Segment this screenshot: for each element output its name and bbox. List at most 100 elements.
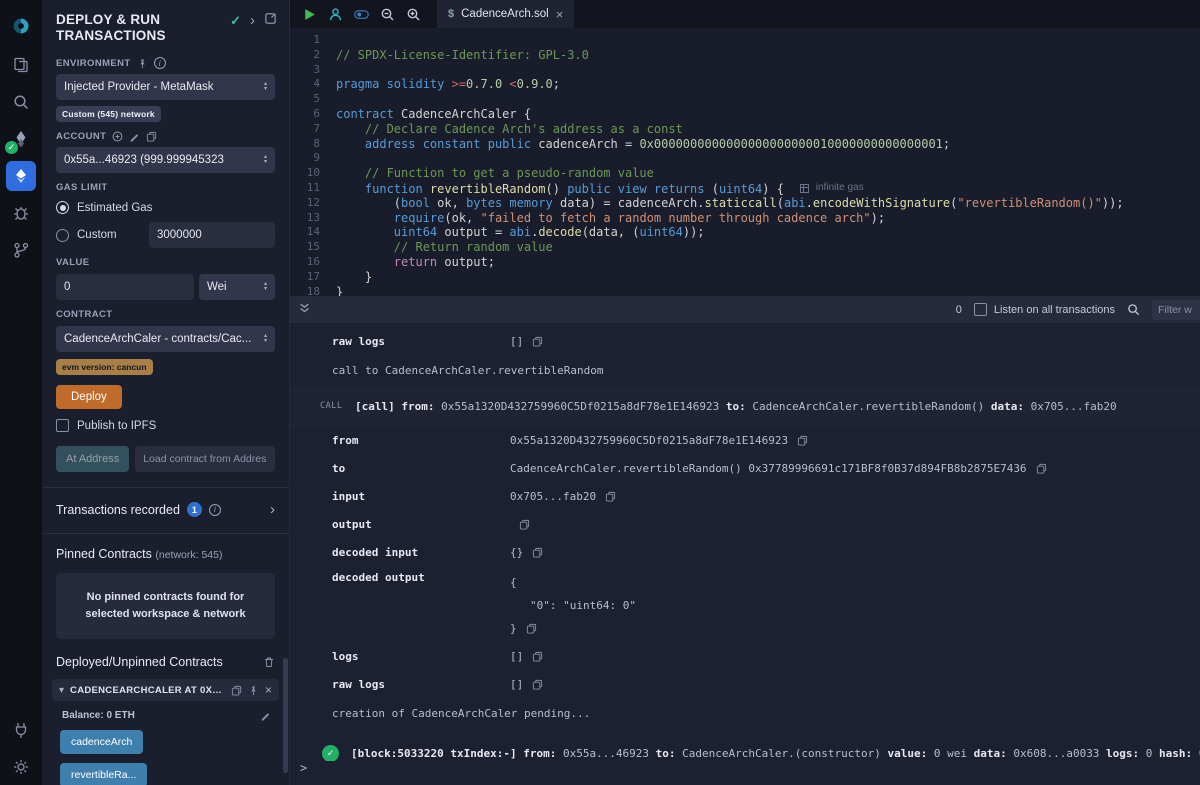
at-address-button[interactable]: At Address [56, 446, 129, 472]
code-line[interactable]: 2// SPDX-License-Identifier: GPL-3.0 [290, 48, 1200, 63]
deployed-contract-row[interactable]: ▾ CADENCEARCHCALER AT 0X377... × [52, 679, 279, 701]
cadence-arch-function-button[interactable]: cadenceArch [60, 730, 143, 754]
pin-environment-icon[interactable] [137, 58, 148, 69]
code-line[interactable]: 13 require(ok, "failed to fetch a random… [290, 211, 1200, 226]
clear-deployed-trash-icon[interactable] [263, 656, 275, 668]
publish-user-icon[interactable] [328, 7, 343, 22]
line-number: 8 [290, 137, 336, 152]
terminal-call-summary[interactable]: call[call] from: 0x55a1320D432759960C5Df… [290, 386, 1200, 426]
copy-icon[interactable] [532, 336, 543, 347]
solidity-compiler-icon[interactable]: ✓ [0, 120, 42, 157]
terminal-search-icon[interactable] [1127, 303, 1140, 316]
account-select[interactable]: 0x55a...46923 (999.999945323 ▴▾ [56, 147, 275, 173]
zoom-in-icon[interactable] [406, 7, 421, 22]
log-key: logs [332, 650, 510, 663]
panel-popout-icon[interactable] [264, 12, 277, 30]
code-line[interactable]: 6contract CadenceArchCaler { [290, 107, 1200, 122]
code-line[interactable]: 9 [290, 151, 1200, 166]
git-icon[interactable] [0, 231, 42, 268]
line-number: 10 [290, 166, 336, 181]
copy-icon[interactable] [532, 547, 543, 558]
line-number: 1 [290, 33, 336, 48]
listen-all-checkbox[interactable] [974, 303, 987, 316]
pin-contract-icon[interactable] [248, 685, 259, 696]
code-editor[interactable]: 12// SPDX-License-Identifier: GPL-3.034p… [290, 28, 1200, 296]
contract-select[interactable]: CadenceArchCaler - contracts/Cac... ▴▾ [56, 326, 275, 352]
tab-label: CadenceArch.sol [461, 8, 549, 20]
estimated-gas-option[interactable]: Estimated Gas [56, 201, 275, 214]
code-line[interactable]: 18} [290, 285, 1200, 296]
copy-icon[interactable] [526, 623, 537, 634]
gas-estimate-hint: infinite gas [800, 181, 864, 196]
copy-icon[interactable] [519, 519, 530, 530]
code-line[interactable]: 8 address constant public cadenceArch = … [290, 137, 1200, 152]
publish-ipfs-checkbox[interactable] [56, 419, 69, 432]
tab-cadencearch-sol[interactable]: $ CadenceArch.sol × [437, 0, 574, 28]
custom-gas-input[interactable] [149, 222, 275, 248]
code-line[interactable]: 17 } [290, 270, 1200, 285]
edit-balance-icon[interactable] [260, 710, 271, 721]
copy-icon[interactable] [532, 679, 543, 690]
panel-scrollbar[interactable] [283, 658, 288, 773]
code-line[interactable]: 11 function revertibleRandom() public vi… [290, 181, 1200, 196]
icon-sidebar: ✓ [0, 0, 42, 785]
transactions-recorded-row[interactable]: Transactions recorded 1 i › [42, 488, 289, 531]
copy-icon[interactable] [1036, 463, 1047, 474]
panel-collapse-icon[interactable]: › [250, 16, 255, 26]
code-line[interactable]: 10 // Function to get a pseudo-random va… [290, 166, 1200, 181]
stepper-icon: ▴▾ [264, 82, 267, 92]
environment-info-icon[interactable]: i [154, 57, 166, 69]
at-address-input[interactable] [135, 446, 275, 472]
terminal-prompt[interactable]: > [290, 761, 1200, 785]
debugger-icon[interactable] [0, 194, 42, 231]
close-tab-icon[interactable]: × [556, 7, 564, 22]
expand-terminal-icon[interactable] [299, 301, 310, 319]
code-line[interactable]: 5 [290, 92, 1200, 107]
line-number: 4 [290, 77, 336, 92]
copy-icon[interactable] [797, 435, 808, 446]
preview-toggle-icon[interactable] [354, 7, 369, 22]
log-value: 0x705...fab20 [510, 490, 596, 503]
code-line[interactable]: 7 // Declare Cadence Arch's address as a… [290, 122, 1200, 137]
chevron-down-icon[interactable]: ▾ [59, 685, 64, 696]
value-input[interactable] [56, 274, 194, 300]
log-value: [] [510, 678, 523, 691]
search-icon[interactable] [0, 83, 42, 120]
code-line[interactable]: 15 // Return random value [290, 240, 1200, 255]
deployed-contracts-title: Deployed/Unpinned Contracts [56, 655, 223, 669]
remove-contract-icon[interactable]: × [265, 683, 272, 697]
add-account-icon[interactable] [112, 131, 123, 142]
terminal-filter-input[interactable] [1152, 300, 1200, 320]
file-explorer-icon[interactable] [0, 46, 42, 83]
code-line[interactable]: 16 return output; [290, 255, 1200, 270]
code-line[interactable]: 1 [290, 33, 1200, 48]
deploy-button[interactable]: Deploy [56, 385, 122, 409]
log-key: raw logs [332, 335, 510, 348]
zoom-out-icon[interactable] [380, 7, 395, 22]
environment-select[interactable]: Injected Provider - MetaMask ▴▾ [56, 74, 275, 100]
estimated-gas-label: Estimated Gas [77, 202, 152, 214]
code-line[interactable]: 4pragma solidity >=0.7.0 <0.9.0; [290, 77, 1200, 92]
code-line[interactable]: 3 [290, 63, 1200, 78]
copy-account-icon[interactable] [146, 131, 157, 142]
copy-address-icon[interactable] [231, 685, 242, 696]
plugin-manager-icon[interactable] [0, 711, 42, 748]
deploy-run-icon[interactable] [0, 157, 42, 194]
sign-message-icon[interactable] [129, 131, 140, 142]
code-line[interactable]: 12 (bool ok, bytes memory data) = cadenc… [290, 196, 1200, 211]
terminal-kv-from: from0x55a1320D432759960C5Df0215a8dF78e1E… [290, 426, 1200, 454]
transactions-info-icon[interactable]: i [209, 504, 221, 516]
copy-icon[interactable] [532, 651, 543, 662]
copy-icon[interactable] [605, 491, 616, 502]
code-line[interactable]: 14 uint64 output = abi.decode(data, (uin… [290, 225, 1200, 240]
remix-logo[interactable] [0, 6, 42, 46]
chevron-right-icon[interactable]: › [270, 501, 275, 518]
value-unit-select[interactable]: Wei ▴▾ [199, 274, 275, 300]
value-section: VALUE Wei ▴▾ [42, 257, 289, 300]
settings-gear-icon[interactable] [0, 748, 42, 785]
revertible-random-function-button[interactable]: revertibleRa... [60, 763, 147, 785]
custom-gas-radio[interactable] [56, 229, 69, 242]
run-script-icon[interactable] [302, 7, 317, 22]
terminal-block-confirmation[interactable]: ✓[block:5033220 txIndex:-] from: 0x55a..… [290, 729, 1200, 761]
estimated-gas-radio[interactable] [56, 201, 69, 214]
